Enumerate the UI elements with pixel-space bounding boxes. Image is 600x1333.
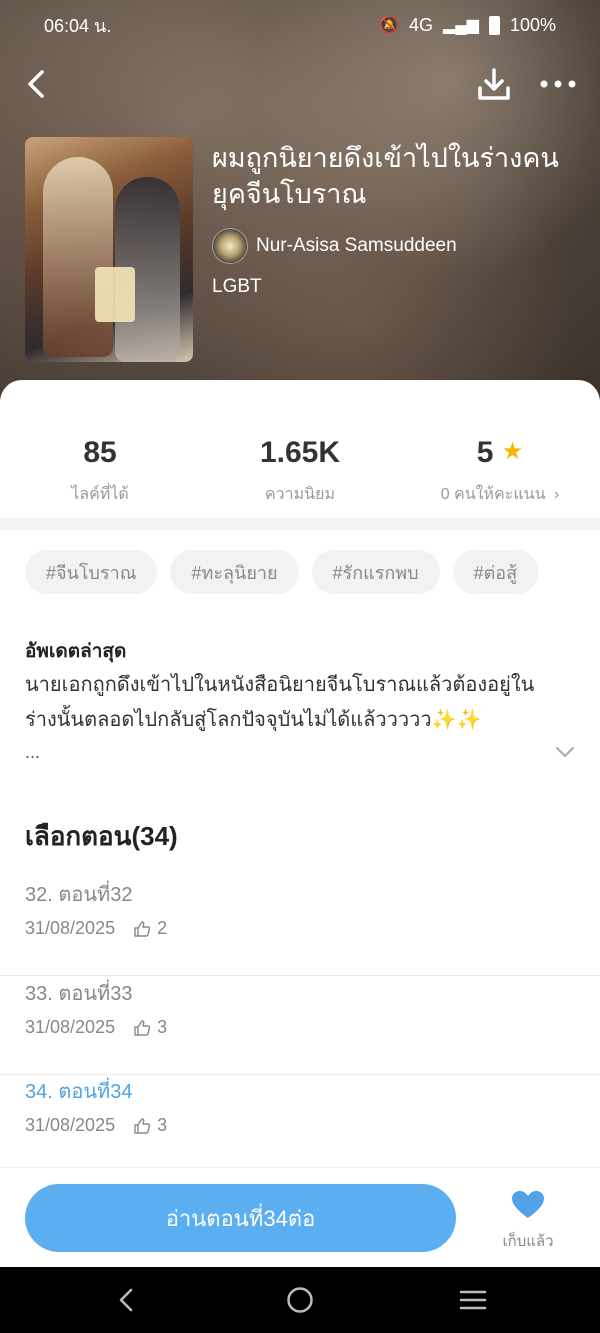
tag-chip[interactable]: #ทะลุนิยาย [170, 550, 299, 594]
more-options-button[interactable] [536, 64, 580, 104]
stats-row: 85 ไลค์ที่ได้ 1.65K ความนิยม 5 ★ 0 คนให้… [0, 436, 600, 516]
chapter-date: 31/08/2025 [25, 1017, 116, 1037]
chapter-date: 31/08/2025 [25, 1115, 116, 1135]
likes-label: ไลค์ที่ได้ [71, 486, 129, 503]
update-more: ... [25, 742, 41, 762]
popularity-label: ความนิยม [264, 486, 336, 503]
status-bar: 06:04 น. 🔕 4G ▂▄▆ 100% [0, 0, 600, 50]
like-thumb-icon [134, 920, 151, 937]
heart-icon [512, 1191, 544, 1218]
battery-level: 100% [509, 14, 556, 35]
bottom-action-bar: อ่านตอนที่34ต่อ เก็บแล้ว [0, 1167, 600, 1267]
book-title: ผมถูกนิยายดึงเข้าไปในร่างคนยุคจีนโบราณ [212, 143, 559, 209]
download-icon [478, 68, 510, 100]
status-time: 06:04 น. [44, 15, 112, 36]
more-dots-icon [540, 80, 576, 88]
rating-value: 5 [476, 436, 494, 469]
author-name: Nur-Asisa Samsuddeen [256, 235, 457, 256]
chapter-likes: 3 [157, 1115, 168, 1135]
tag-chip[interactable]: #จีนโบราณ [25, 550, 158, 594]
back-arrow-icon [28, 70, 44, 98]
chapter-title: 32. ตอนที่32 [25, 884, 133, 906]
chapter-date: 31/08/2025 [25, 918, 116, 938]
download-button[interactable] [474, 64, 514, 104]
chapter-title: 34. ตอนที่34 [25, 1081, 133, 1103]
back-button[interactable] [22, 66, 52, 102]
chapter-likes: 3 [157, 1017, 168, 1037]
network-type: 4G [408, 14, 433, 35]
chapter-likes: 2 [157, 918, 168, 938]
book-cover-image[interactable] [25, 137, 193, 362]
author-link[interactable]: Nur-Asisa Samsuddeen [212, 228, 457, 264]
system-navigation-bar [0, 1267, 600, 1333]
chapter-item-current[interactable]: 34. ตอนที่34 31/08/2025 3 [0, 1075, 600, 1173]
stat-likes: 85 ไลค์ที่ได้ [0, 436, 200, 507]
popularity-value: 1.65K [259, 436, 341, 469]
signal-icon: ▂▄▆ [443, 17, 479, 34]
likes-value: 85 [83, 436, 117, 469]
like-thumb-icon [134, 1117, 151, 1134]
expand-button[interactable] [553, 742, 577, 762]
update-heading: อัพเดตล่าสุด [25, 641, 127, 662]
tag-list: #จีนโบราณ #ทะลุนิยาย #รักแรกพบ #ต่อสู้ [25, 550, 539, 594]
rating-count-label: 0 คนให้คะแนน [440, 486, 546, 503]
chapter-title: 33. ตอนที่33 [25, 983, 133, 1005]
favorite-button[interactable]: เก็บแล้ว [488, 1190, 568, 1253]
home-circle-icon [287, 1287, 313, 1313]
top-nav [0, 62, 600, 106]
chevron-down-icon [556, 747, 574, 757]
continue-reading-button[interactable]: อ่านตอนที่34ต่อ [25, 1184, 456, 1252]
stat-rating[interactable]: 5 ★ 0 คนให้คะแนน › [400, 436, 600, 507]
star-icon: ★ [501, 438, 524, 465]
system-home-button[interactable] [285, 1285, 315, 1315]
chapter-item[interactable]: 33. ตอนที่33 31/08/2025 3 [0, 977, 600, 1075]
tag-chip[interactable]: #รักแรกพบ [311, 550, 440, 594]
chapter-item[interactable]: 32. ตอนที่32 31/08/2025 2 [0, 878, 600, 976]
update-description: นายเอกถูกดึงเข้าไปในหนังสือนิยายจีนโบราณ… [25, 674, 535, 731]
back-icon [119, 1288, 133, 1312]
book-genre[interactable]: LGBT [212, 276, 262, 298]
mute-icon: 🔕 [379, 17, 399, 34]
system-back-button[interactable] [112, 1285, 142, 1315]
tag-chip[interactable]: #ต่อสู้ [452, 550, 539, 594]
menu-lines-icon [459, 1290, 487, 1310]
author-avatar [212, 228, 248, 264]
chapter-list-heading: เลือกตอน(34) [25, 821, 178, 851]
section-divider [0, 518, 600, 530]
like-thumb-icon [134, 1019, 151, 1036]
system-recents-button[interactable] [458, 1285, 488, 1315]
chevron-right-icon: › [553, 486, 560, 503]
battery-icon [488, 15, 500, 35]
book-details-card: 85 ไลค์ที่ได้ 1.65K ความนิยม 5 ★ 0 คนให้… [0, 380, 600, 1267]
favorite-label: เก็บแล้ว [502, 1233, 554, 1250]
stat-popularity: 1.65K ความนิยม [200, 436, 400, 507]
